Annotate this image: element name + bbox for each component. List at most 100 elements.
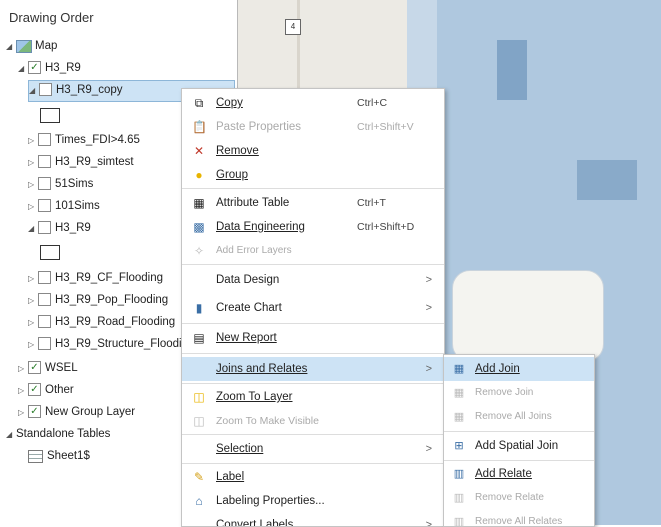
menu-separator <box>182 188 444 189</box>
submenu-item-add-relate[interactable]: ▥ Add Relate <box>444 462 594 486</box>
menu-separator <box>182 434 444 435</box>
menu-item-zoom-to-layer[interactable]: ◫ Zoom To Layer <box>182 385 444 409</box>
tree-item-layer[interactable]: ▷ H3_R9_Structure_Flooding <box>28 334 194 354</box>
paste-icon: 📋 <box>192 120 207 134</box>
expand-arrow-icon[interactable]: ▷ <box>28 313 38 333</box>
tree-item-layer[interactable]: ▷ H3_R9_CF_Flooding <box>28 268 163 288</box>
tree-item-layer[interactable]: ▷ H3_R9_simtest <box>28 152 134 172</box>
tree-item-group[interactable]: ▷ ✓ New Group Layer <box>18 402 135 422</box>
visibility-checkbox[interactable] <box>38 292 51 306</box>
submenu-item-remove-all-joins[interactable]: ▦ Remove All Joins <box>444 405 594 429</box>
joins-relates-submenu: ▦ Add Join ▦ Remove Join ▦ Remove All Joins… <box>443 354 595 527</box>
copy-icon: ⧉ <box>194 96 204 110</box>
submenu-item-remove-relate[interactable]: ▥ Remove Relate <box>444 486 594 510</box>
zoom-visible-icon: ◫ <box>193 414 205 428</box>
spatial-join-icon: ⊞ <box>454 440 464 452</box>
expand-arrow-icon[interactable]: ▷ <box>28 269 38 289</box>
collapse-arrow-icon[interactable]: ◢ <box>18 59 28 79</box>
table-icon: ▦ <box>193 196 205 210</box>
menu-item-remove[interactable]: ✕ Remove <box>182 139 444 163</box>
collapse-arrow-icon[interactable]: ◢ <box>6 425 16 445</box>
submenu-item-add-spatial-join[interactable]: ⊞ Add Spatial Join <box>444 434 594 458</box>
tree-item-group[interactable]: ▷ ✓ Other <box>18 380 74 400</box>
collapse-arrow-icon[interactable]: ◢ <box>28 219 38 239</box>
submenu-arrow-icon: > <box>425 302 432 314</box>
tree-item-layer[interactable]: ▷ H3_R9_Pop_Flooding <box>28 290 168 310</box>
visibility-checkbox[interactable] <box>38 314 51 328</box>
add-join-icon: ▦ <box>453 363 465 375</box>
menu-item-data-engineering[interactable]: ▩ Data Engineering Ctrl+Shift+D <box>182 215 444 239</box>
collapse-arrow-icon[interactable]: ◢ <box>6 37 16 57</box>
menu-item-group[interactable]: ● Group <box>182 163 444 187</box>
table-icon <box>28 449 43 463</box>
tree-item-layer[interactable]: ▷ 101Sims <box>28 196 100 216</box>
remove-all-relates-icon: ▥ <box>453 516 465 527</box>
menu-item-copy[interactable]: ⧉ Copy Ctrl+C <box>182 91 444 115</box>
menu-item-new-report[interactable]: ▤ New Report <box>182 326 444 350</box>
expand-arrow-icon[interactable]: ▷ <box>28 335 38 355</box>
submenu-arrow-icon: > <box>425 443 432 455</box>
expand-arrow-icon[interactable]: ▷ <box>28 197 38 217</box>
symbol-swatch[interactable] <box>40 245 60 260</box>
context-menu: ⧉ Copy Ctrl+C 📋 Paste Properties Ctrl+Shift+… <box>181 88 445 527</box>
tree-item-layer[interactable]: ▷ ✓ WSEL <box>18 358 78 378</box>
tree-item-layer[interactable]: ▷ Times_FDI>4.65 <box>28 130 140 150</box>
visibility-checkbox[interactable]: ✓ <box>28 60 41 74</box>
tree-item-layer[interactable]: ◢ ✓ H3_R9 <box>18 58 81 78</box>
label-icon: ✎ <box>193 470 205 484</box>
tree-item-standalone-tables[interactable]: ◢ Standalone Tables <box>6 424 110 444</box>
remove-join-icon: ▦ <box>453 387 465 399</box>
visibility-checkbox[interactable] <box>38 132 51 146</box>
menu-separator <box>182 353 444 354</box>
menu-separator <box>182 264 444 265</box>
menu-item-create-chart[interactable]: ▮ Create Chart > <box>182 296 444 320</box>
error-layer-icon: ✧ <box>193 244 205 258</box>
visibility-checkbox[interactable] <box>38 220 51 234</box>
menu-item-data-design[interactable]: Data Design > <box>182 268 444 292</box>
expand-arrow-icon[interactable]: ▷ <box>28 291 38 311</box>
expand-arrow-icon[interactable]: ▷ <box>28 131 38 151</box>
chart-icon: ▮ <box>195 301 203 315</box>
menu-separator <box>444 431 594 432</box>
visibility-checkbox[interactable] <box>38 336 51 350</box>
menu-item-zoom-to-make-visible[interactable]: ◫ Zoom To Make Visible <box>182 409 444 433</box>
visibility-checkbox[interactable] <box>39 82 52 96</box>
data-engineering-icon: ▩ <box>193 220 205 234</box>
menu-item-add-error-layers[interactable]: ✧ Add Error Layers <box>182 239 444 263</box>
pane-title: Drawing Order <box>9 10 94 25</box>
submenu-item-remove-join[interactable]: ▦ Remove Join <box>444 381 594 405</box>
labeling-icon: ⌂ <box>195 494 203 508</box>
menu-separator <box>444 460 594 461</box>
symbol-swatch[interactable] <box>40 108 60 123</box>
collapse-arrow-icon[interactable]: ◢ <box>29 82 39 100</box>
menu-item-label[interactable]: ✎ Label <box>182 465 444 489</box>
expand-arrow-icon[interactable]: ▷ <box>18 359 28 379</box>
tree-item-layer[interactable]: ▷ H3_R9_Road_Flooding <box>28 312 175 332</box>
expand-arrow-icon[interactable]: ▷ <box>28 175 38 195</box>
menu-item-joins-and-relates[interactable]: Joins and Relates > <box>182 357 444 381</box>
submenu-item-remove-all-relates[interactable]: ▥ Remove All Relates <box>444 510 594 527</box>
visibility-checkbox[interactable]: ✓ <box>28 360 41 374</box>
visibility-checkbox[interactable]: ✓ <box>28 404 41 418</box>
menu-item-selection[interactable]: Selection > <box>182 437 444 461</box>
tree-item-layer[interactable]: ▷ 51Sims <box>28 174 93 194</box>
visibility-checkbox[interactable] <box>38 154 51 168</box>
expand-arrow-icon[interactable]: ▷ <box>18 403 28 423</box>
flood-area <box>577 160 637 200</box>
menu-item-attribute-table[interactable]: ▦ Attribute Table Ctrl+T <box>182 191 444 215</box>
tree-item-map[interactable]: ◢ Map <box>6 36 57 56</box>
menu-item-labeling-properties[interactable]: ⌂ Labeling Properties... <box>182 489 444 513</box>
remove-relate-icon: ▥ <box>453 492 465 504</box>
zoom-icon: ◫ <box>193 390 205 404</box>
visibility-checkbox[interactable] <box>38 176 51 190</box>
visibility-checkbox[interactable] <box>38 198 51 212</box>
submenu-item-add-join[interactable]: ▦ Add Join <box>444 357 594 381</box>
tree-item-table[interactable]: Sheet1$ <box>28 446 90 466</box>
visibility-checkbox[interactable]: ✓ <box>28 382 41 396</box>
tree-item-layer[interactable]: ◢ H3_R9 <box>28 218 91 238</box>
expand-arrow-icon[interactable]: ▷ <box>28 153 38 173</box>
expand-arrow-icon[interactable]: ▷ <box>18 381 28 401</box>
menu-item-paste-properties[interactable]: 📋 Paste Properties Ctrl+Shift+V <box>182 115 444 139</box>
visibility-checkbox[interactable] <box>38 270 51 284</box>
flood-area <box>497 40 527 100</box>
